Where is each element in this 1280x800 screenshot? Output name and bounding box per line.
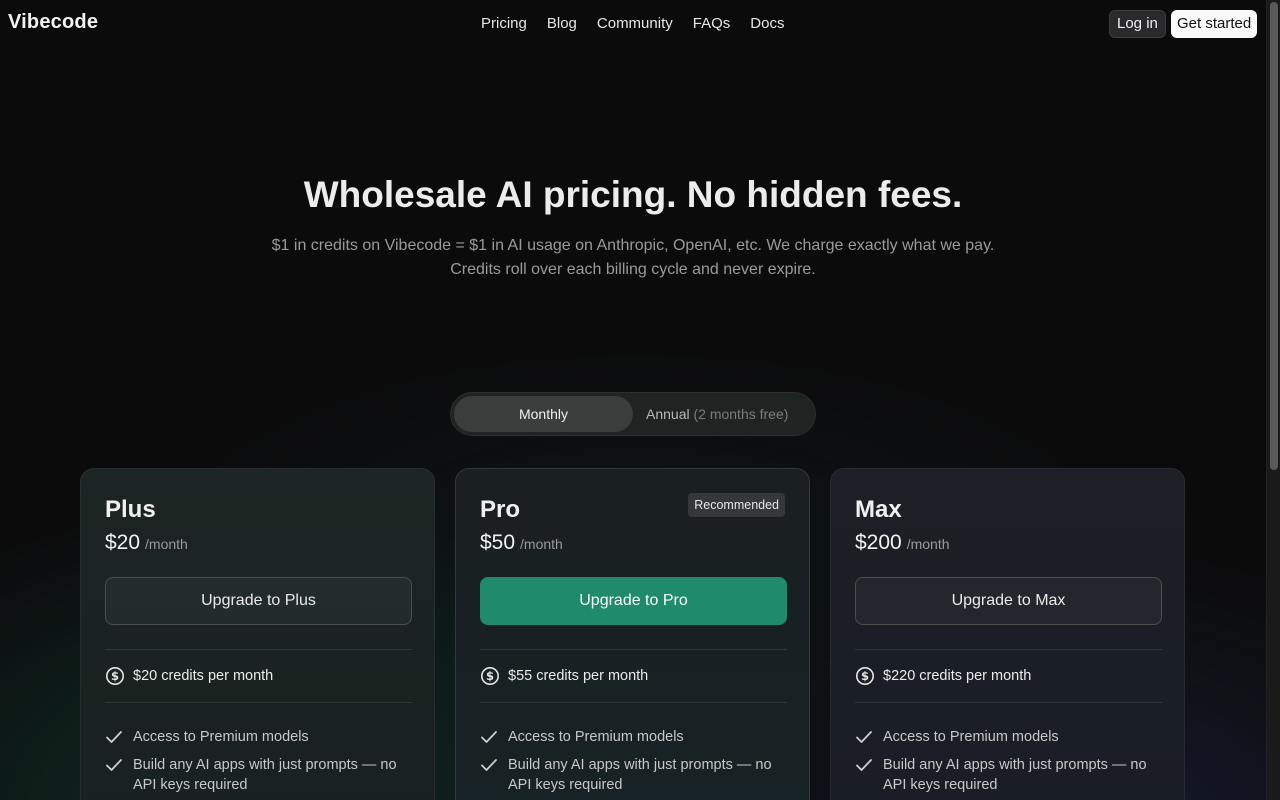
feature-text: Build any AI apps with just prompts — no… xyxy=(883,757,1147,793)
login-button[interactable]: Log in xyxy=(1109,10,1166,38)
feature-list: Access to Premium models Build any AI ap… xyxy=(480,727,785,795)
upgrade-pro-button[interactable]: Upgrade to Pro xyxy=(480,577,787,625)
feature-item: Access to Premium models xyxy=(105,727,410,747)
plan-price-row: $50 /month xyxy=(480,531,785,555)
check-icon xyxy=(106,731,122,743)
plan-name: Max xyxy=(855,496,902,523)
subtitle-line-1: $1 in credits on Vibecode = $1 in AI usa… xyxy=(271,237,995,254)
plan-period: /month xyxy=(906,536,950,552)
divider xyxy=(105,649,412,650)
divider xyxy=(480,702,787,703)
feature-item: Access to Premium models xyxy=(855,727,1160,747)
credits-text: $220 credits per month xyxy=(883,668,1032,684)
credits-row: $ $55 credits per month xyxy=(480,666,785,686)
plan-card-plus: Plus $20 /month Upgrade to Plus $ $20 cr… xyxy=(80,468,435,800)
feature-text: Build any AI apps with just prompts — no… xyxy=(508,757,772,793)
toggle-monthly[interactable]: Monthly xyxy=(454,396,633,432)
feature-text: Build any AI apps with just prompts — no… xyxy=(133,757,397,793)
toggle-annual-label: Annual xyxy=(646,406,690,422)
feature-item: Access to Premium models xyxy=(480,727,785,747)
dollar-circle-icon: $ xyxy=(481,667,499,685)
svg-text:$: $ xyxy=(486,669,494,683)
nav-link-docs[interactable]: Docs xyxy=(750,15,784,32)
nav-link-pricing[interactable]: Pricing xyxy=(481,15,527,32)
top-navigation-bar: Vibecode Pricing Blog Community FAQs Doc… xyxy=(0,0,1266,48)
feature-item: Build any AI apps with just prompts — no… xyxy=(105,755,410,795)
plan-card-max: Max $200 /month Upgrade to Max $ $220 cr… xyxy=(830,468,1185,800)
dollar-circle-icon: $ xyxy=(106,667,124,685)
plan-period: /month xyxy=(145,536,188,552)
feature-list: Access to Premium models Build any AI ap… xyxy=(855,727,1160,795)
feature-list: Access to Premium models Build any AI ap… xyxy=(105,727,410,795)
divider xyxy=(855,649,1162,650)
plan-card-pro: Recommended Pro $50 /month Upgrade to Pr… xyxy=(455,468,810,800)
billing-period-toggle: Monthly Annual (2 months free) xyxy=(450,392,816,436)
credits-row: $ $220 credits per month xyxy=(855,666,1160,686)
plan-period: /month xyxy=(520,536,563,552)
check-icon xyxy=(856,759,872,771)
feature-text: Access to Premium models xyxy=(508,729,684,745)
get-started-button[interactable]: Get started xyxy=(1171,10,1258,38)
upgrade-plus-button[interactable]: Upgrade to Plus xyxy=(105,577,412,625)
divider xyxy=(105,702,412,703)
check-icon xyxy=(856,731,872,743)
credits-text: $55 credits per month xyxy=(508,668,649,684)
svg-text:$: $ xyxy=(861,669,869,683)
plan-price-row: $20 /month xyxy=(105,531,410,555)
nav-link-community[interactable]: Community xyxy=(597,15,673,32)
dollar-circle-icon: $ xyxy=(856,667,874,685)
nav-link-faqs[interactable]: FAQs xyxy=(693,15,731,32)
credits-row: $ $20 credits per month xyxy=(105,666,410,686)
check-icon xyxy=(481,759,497,771)
divider xyxy=(855,702,1162,703)
svg-text:$: $ xyxy=(111,669,119,683)
check-icon xyxy=(481,731,497,743)
plan-price: $200 xyxy=(855,531,902,554)
page-subtitle: $1 in credits on Vibecode = $1 in AI usa… xyxy=(0,234,1266,282)
plan-price-row: $200 /month xyxy=(855,531,1160,555)
credits-text: $20 credits per month xyxy=(133,668,274,684)
plan-name: Plus xyxy=(105,496,156,523)
upgrade-max-button[interactable]: Upgrade to Max xyxy=(855,577,1162,625)
page-scrollbar[interactable] xyxy=(1266,0,1280,800)
toggle-annual[interactable]: Annual (2 months free) xyxy=(646,396,788,432)
subtitle-line-2: Credits roll over each billing cycle and… xyxy=(450,261,816,278)
feature-text: Access to Premium models xyxy=(133,729,309,745)
divider xyxy=(480,649,787,650)
scrollbar-thumb[interactable] xyxy=(1270,2,1278,470)
feature-item: Build any AI apps with just prompts — no… xyxy=(480,755,785,795)
feature-item: Build any AI apps with just prompts — no… xyxy=(855,755,1160,795)
nav-link-blog[interactable]: Blog xyxy=(547,15,577,32)
logo[interactable]: Vibecode xyxy=(8,11,98,34)
feature-text: Access to Premium models xyxy=(883,729,1059,745)
check-icon xyxy=(106,759,122,771)
page-title: Wholesale AI pricing. No hidden fees. xyxy=(303,174,963,215)
recommended-badge: Recommended xyxy=(688,493,785,517)
plan-price: $20 xyxy=(105,531,141,554)
toggle-annual-note: (2 months free) xyxy=(693,406,789,422)
plan-price: $50 xyxy=(480,531,516,554)
main-nav: Pricing Blog Community FAQs Docs xyxy=(481,15,784,32)
